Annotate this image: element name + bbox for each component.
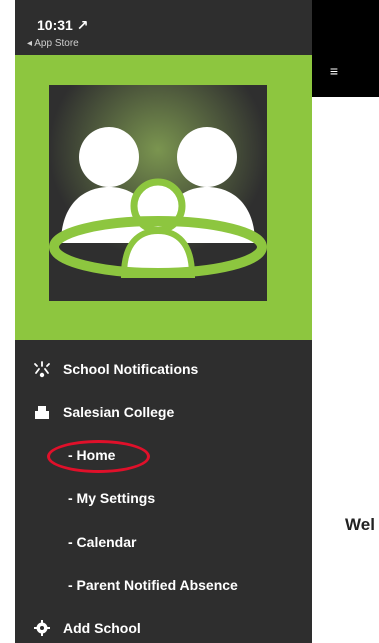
status-bar: 10:31 ↗ ◂ App Store [15,0,312,55]
menu-item-salesian-college[interactable]: Salesian College [15,394,312,430]
status-time: 10:31 ↗ [37,17,89,33]
welcome-text: Wel [345,515,375,534]
menu-item-label: - Calendar [68,534,137,550]
back-to-app-store[interactable]: ◂ App Store [27,38,79,49]
menu-item-label: Add School [63,620,141,636]
hamburger-menu-icon[interactable]: ≡ [327,64,341,78]
menu-item-label: School Notifications [63,361,199,377]
drawer-header [15,55,312,340]
menu-item-calendar[interactable]: - Calendar [15,524,312,560]
menu-item-label: - Parent Notified Absence [68,577,238,593]
main-header [312,0,379,97]
menu-item-parent-notified-absence[interactable]: - Parent Notified Absence [15,567,312,603]
gear-icon [33,619,51,637]
highlight-annotation [47,440,150,473]
notifications-icon [33,360,51,378]
app-logo [39,75,277,311]
menu-item-label: - My Settings [68,490,156,506]
menu-item-my-settings[interactable]: - My Settings [15,480,312,516]
menu-item-add-school[interactable]: Add School [15,610,312,643]
menu-item-school-notifications[interactable]: School Notifications [15,351,312,387]
menu-item-label: Salesian College [63,404,175,420]
navigation-drawer: 10:31 ↗ ◂ App Store School Notifications… [15,0,312,643]
building-icon [33,403,51,421]
